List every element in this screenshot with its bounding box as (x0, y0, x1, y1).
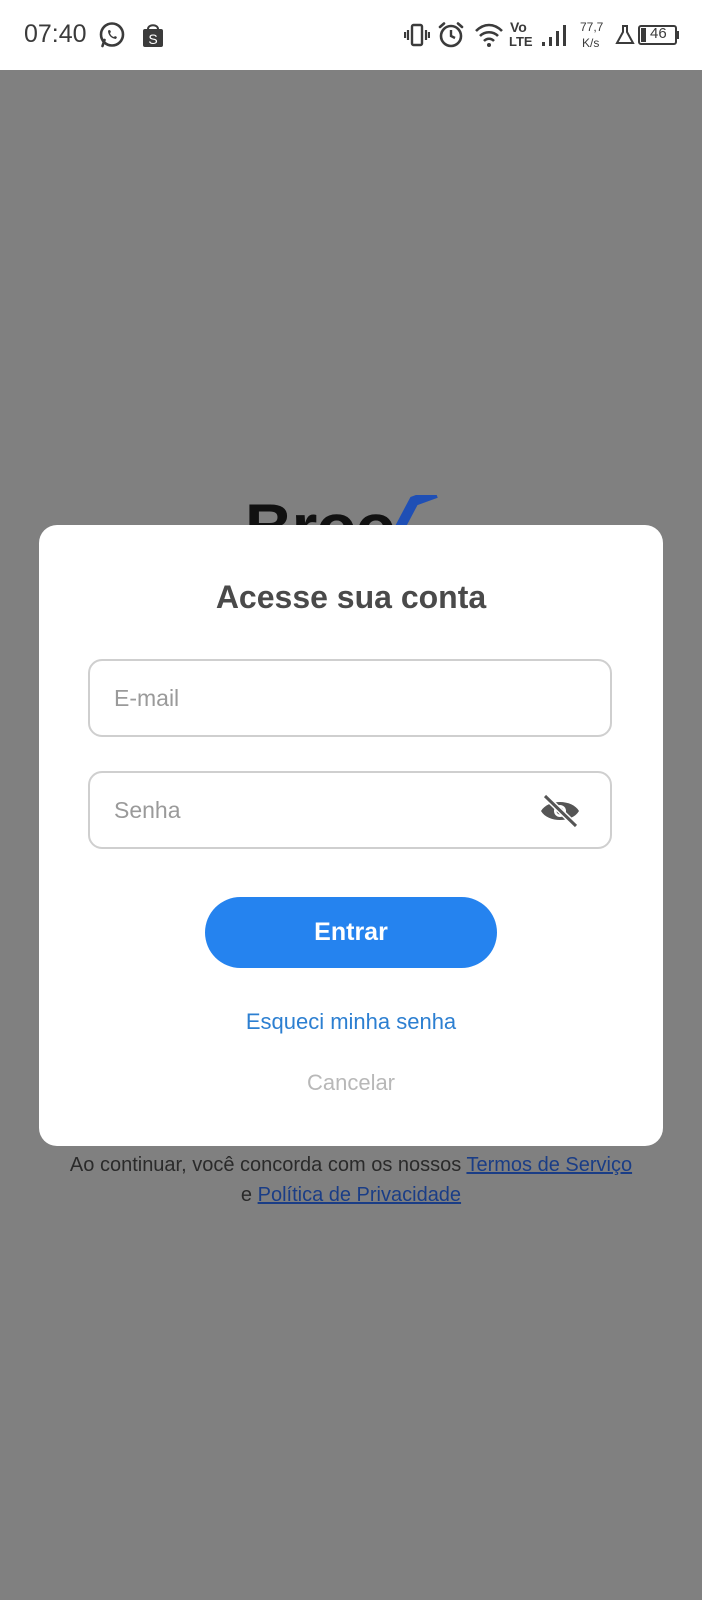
email-input[interactable] (114, 661, 534, 735)
network-speed-value: 77,7 (580, 20, 604, 34)
cancel-button[interactable]: Cancelar (39, 1070, 663, 1096)
battery-level: 46 (650, 25, 667, 42)
shopping-bag-icon: S (140, 20, 166, 50)
whatsapp-icon (97, 20, 127, 50)
app-logo-text: Broo (245, 492, 395, 526)
eye-off-icon[interactable] (538, 793, 582, 829)
legal-connector: e (240, 1184, 258, 1206)
forgot-password-link[interactable]: Esqueci minha senha (39, 1009, 663, 1035)
wifi-icon (474, 20, 504, 50)
signal-icon (540, 20, 570, 50)
terms-of-service-link[interactable]: Termos de Serviço (466, 1154, 632, 1176)
lab-flask-icon (614, 20, 636, 50)
modal-title: Acesse sua conta (215, 579, 487, 615)
status-time: 07:40 (24, 20, 87, 48)
login-button[interactable]: Entrar (205, 897, 497, 968)
status-bar: 07:40 S Vo LTE 77,7 K/s 46 (0, 0, 702, 70)
email-field[interactable] (88, 659, 612, 737)
svg-text:S: S (148, 31, 157, 47)
network-speed-unit: K/s (582, 36, 600, 50)
legal-prefix: Ao continuar, você concorda com os nosso… (69, 1154, 467, 1176)
alarm-icon (437, 20, 465, 50)
volte-bottom-label: LTE (509, 34, 533, 49)
privacy-policy-link[interactable]: Política de Privacidade (258, 1184, 461, 1206)
vibrate-icon (404, 20, 430, 50)
password-field[interactable] (88, 771, 612, 849)
legal-notice: Ao continuar, você concorda com os nosso… (0, 1150, 702, 1210)
password-input[interactable] (114, 773, 534, 847)
volte-top-label: Vo (510, 19, 527, 35)
login-modal: Acesse sua conta Entrar Esqueci minha se… (39, 525, 663, 1146)
logo-check-icon (388, 495, 458, 525)
